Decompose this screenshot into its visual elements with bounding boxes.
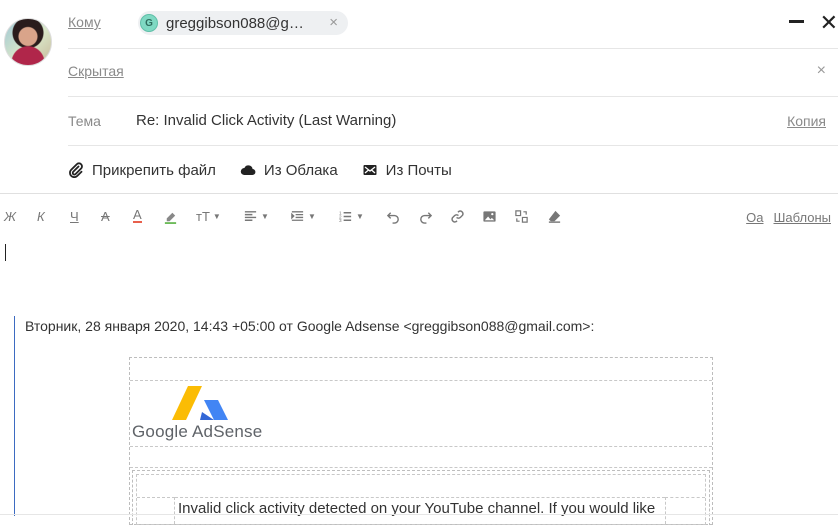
remove-recipient-icon[interactable]: × [329, 14, 338, 31]
align-button[interactable]: ▼ [243, 209, 269, 224]
indent-icon [291, 211, 304, 221]
font-size-label: тТ [196, 209, 210, 224]
subject-row: Тема Re: Invalid Click Activity (Last Wa… [68, 97, 838, 146]
adsense-logo-icon [172, 386, 228, 420]
chevron-down-icon: ▼ [212, 212, 221, 221]
bcc-close-icon[interactable]: × [817, 62, 826, 80]
paperclip-icon [69, 162, 83, 178]
cloud-icon [240, 165, 256, 176]
bcc-label[interactable]: Скрытая [68, 63, 124, 79]
translate-icon [515, 210, 528, 223]
quoted-email-table: Google AdSense Invalid click activity de… [129, 357, 713, 525]
table-cell-border [175, 497, 665, 498]
font-size-button[interactable]: тТ ▼ [196, 209, 221, 224]
redo-button[interactable] [418, 209, 433, 224]
bottom-divider [0, 514, 838, 515]
table-cell [137, 497, 175, 524]
clear-format-button[interactable] [547, 209, 562, 224]
envelope-icon [363, 165, 377, 175]
templates-label: Шаблоны [773, 210, 832, 225]
header-divider [0, 193, 838, 194]
subject-input[interactable]: Re: Invalid Click Activity (Last Warning… [136, 112, 396, 129]
subject-label: Тема [68, 113, 101, 129]
from-cloud-label: Из Облака [263, 161, 338, 179]
underline-button[interactable]: Ч [70, 209, 79, 224]
redo-icon [420, 212, 433, 224]
from-mail-label: Из Почты [385, 161, 452, 179]
list-button[interactable]: 1 2 3 ▼ [338, 209, 364, 224]
chevron-down-icon: ▼ [261, 212, 269, 221]
attach-file-label: Прикрепить файл [92, 161, 216, 179]
numbered-list-icon: 123 [339, 211, 352, 223]
align-left-icon [244, 211, 257, 221]
from-mail-button[interactable]: Из Почты [362, 162, 452, 179]
table-cell [665, 497, 705, 524]
chevron-down-icon: ▼ [356, 212, 364, 221]
user-avatar[interactable] [4, 18, 52, 66]
font-color-button[interactable]: А [133, 208, 142, 223]
recipient-chip[interactable]: G greggibson088@g… × [138, 11, 348, 35]
recipient-chip-avatar: G [140, 14, 158, 32]
format-toolbar: Ж К Ч А А тТ ▼ ▼ ▼ 1 2 3 ▼ Оа Шаблоны [0, 204, 838, 232]
adsense-logo: Google AdSense [132, 384, 272, 444]
bcc-row: Скрытая × [68, 48, 838, 97]
table-divider [130, 446, 712, 447]
link-icon [451, 210, 464, 223]
to-label[interactable]: Кому [68, 14, 101, 30]
indent-button[interactable]: ▼ [290, 209, 316, 224]
italic-button[interactable]: К [37, 209, 45, 224]
highlight-button[interactable] [163, 209, 178, 224]
eraser-icon [548, 210, 561, 223]
undo-button[interactable] [386, 209, 401, 224]
highlighter-icon [164, 212, 177, 224]
cc-link[interactable]: Копия [787, 113, 826, 129]
table-divider [130, 467, 712, 468]
link-button[interactable] [450, 209, 465, 224]
minimize-icon[interactable] [789, 20, 804, 23]
chevron-down-icon: ▼ [308, 212, 316, 221]
attach-bar: Прикрепить файл Из Облака Из Почты [68, 146, 838, 194]
insert-image-button[interactable] [482, 209, 497, 224]
close-icon[interactable]: ✕ [820, 10, 838, 36]
adsense-logo-text: Google AdSense [132, 422, 263, 441]
inner-table: Invalid click activity detected on your … [132, 470, 710, 525]
attach-file-button[interactable]: Прикрепить файл [68, 162, 216, 179]
translate-button[interactable] [514, 209, 529, 224]
svg-text:3: 3 [339, 218, 342, 223]
strikethrough-button[interactable]: А [101, 209, 110, 224]
from-cloud-button[interactable]: Из Облака [240, 162, 338, 179]
text-cursor [5, 244, 6, 261]
bold-button[interactable]: Ж [4, 209, 16, 224]
table-divider [130, 380, 712, 381]
templates-icon: Оа [746, 210, 764, 225]
quote-header: Вторник, 28 января 2020, 14:43 +05:00 от… [25, 318, 595, 334]
to-row: Кому G greggibson088@g… × [68, 0, 838, 49]
undo-icon [386, 212, 399, 224]
quote-bar [14, 316, 15, 516]
recipient-chip-email: greggibson088@g… [166, 14, 304, 32]
image-icon [483, 211, 496, 222]
templates-button[interactable]: Оа Шаблоны [746, 210, 831, 225]
